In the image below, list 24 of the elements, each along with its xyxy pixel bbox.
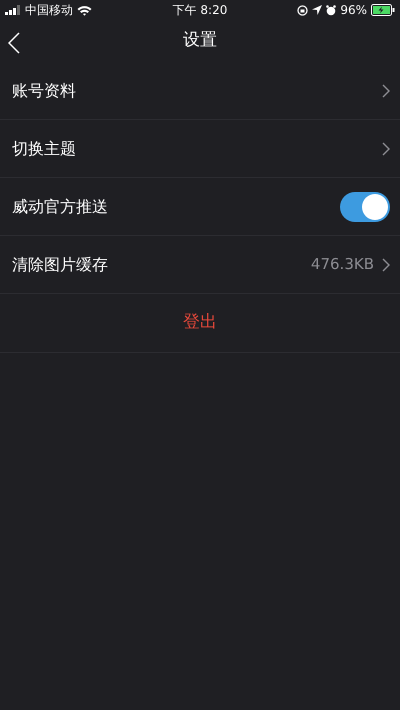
- rotation-lock-icon: [297, 4, 308, 16]
- row-label: 清除图片缓存: [12, 254, 108, 276]
- row-label: 账号资料: [12, 80, 76, 102]
- chevron-icon: [382, 142, 390, 156]
- status-time: 下午 8:20: [172, 2, 228, 19]
- logout-button[interactable]: 登出: [177, 309, 223, 337]
- settings-row[interactable]: 威动官方推送: [0, 178, 400, 236]
- page-title: 设置: [183, 29, 217, 52]
- cache-size: 476.3KB: [310, 254, 374, 276]
- wifi-icon: [77, 4, 92, 16]
- settings-row[interactable]: 清除图片缓存 476.3KB: [0, 236, 400, 294]
- battery-icon: [370, 4, 395, 16]
- row-label: 切换主题: [12, 138, 76, 160]
- toggle-switch[interactable]: [340, 192, 390, 222]
- signal-icon: [5, 5, 21, 15]
- row-label: 威动官方推送: [12, 196, 108, 218]
- settings-row[interactable]: 账号资料: [0, 62, 400, 120]
- carrier-name: 中国移动: [25, 2, 73, 19]
- chevron-icon: [382, 84, 390, 98]
- settings-row[interactable]: 切换主题: [0, 120, 400, 178]
- chevron-icon: [382, 258, 390, 272]
- alarm-icon: [326, 4, 336, 16]
- location-icon: [312, 5, 322, 15]
- battery-percent: 96%: [340, 2, 367, 19]
